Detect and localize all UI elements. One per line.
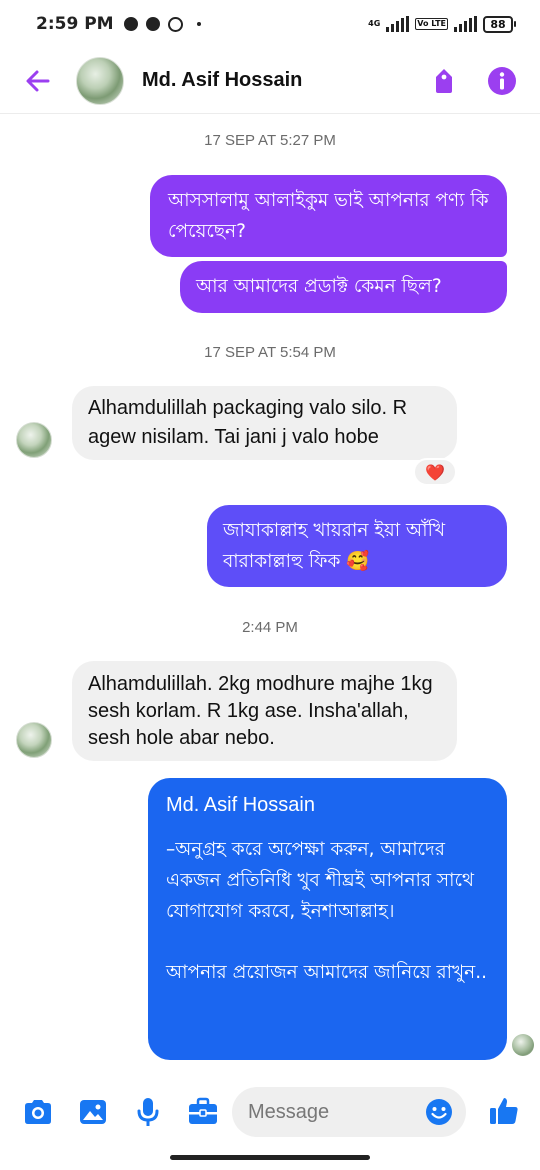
network-type: 4G [368,19,381,28]
back-button[interactable] [20,63,56,99]
battery-level: 88 [483,15,513,33]
app-notification-icon [167,16,183,32]
incoming-message[interactable]: Alhamdulillah packaging valo silo. R age… [72,386,457,460]
messenger-notification-icon [123,17,138,31]
incoming-message[interactable]: Alhamdulillah. 2kg modhure majhe 1kg ses… [72,661,457,761]
emoji-button[interactable] [424,1097,454,1127]
battery-icon: 88 [483,15,516,33]
chat-header: Md. Asif Hossain [0,48,540,114]
image-icon [80,1100,106,1124]
like-button[interactable] [487,1094,521,1128]
status-notification-icons [123,16,201,32]
header-actions [428,65,518,97]
thumbs-up-icon [490,1098,518,1124]
heart-reaction-icon: ❤️ [425,462,445,482]
contact-name[interactable]: Md. Asif Hossain [142,69,302,92]
gallery-button[interactable] [76,1095,110,1129]
signal-icon [386,16,410,32]
emoji-icon [426,1099,452,1125]
status-time: 2:59 PM [36,14,114,34]
tag-button[interactable] [428,65,460,97]
timestamp: 17 SEP AT 5:27 PM [204,132,336,149]
facebook-notification-icon [145,17,160,31]
sender-avatar[interactable] [16,722,52,758]
info-button[interactable] [486,65,518,97]
outgoing-message-card[interactable]: Md. Asif Hossain –অনুগ্রহ করে অপেক্ষা কর… [148,778,507,1060]
voice-button[interactable] [131,1095,165,1129]
arrow-left-icon [26,70,50,91]
status-right: 4G Vo LTE 88 [368,15,516,33]
tag-icon [436,68,452,93]
seen-avatar [512,1034,534,1056]
volte-icon: Vo LTE [415,18,448,30]
outgoing-message[interactable]: আসসালামু আলাইকুম ভাই আপনার পণ্য কি পেয়ে… [150,175,507,257]
timestamp: 2:44 PM [242,619,298,636]
message-composer [0,1082,540,1142]
briefcase-icon [189,1097,217,1124]
more-notifications-icon [196,22,201,26]
message-footer: আপনার প্রয়োজন আমাদের জানিয়ে রাখুন.. [166,962,487,983]
message-sender-name: Md. Asif Hossain [166,794,315,816]
reaction-badge[interactable]: ❤️ [413,458,457,486]
business-tools-button[interactable] [186,1095,220,1129]
home-indicator[interactable] [170,1155,370,1160]
microphone-icon [137,1098,159,1126]
contact-avatar[interactable] [76,56,124,105]
outgoing-message[interactable]: জাযাকাল্লাহ খায়রান ইয়া আঁখি বারাকাল্লা… [207,505,507,587]
camera-icon [25,1100,51,1124]
status-bar: 2:59 PM 4G Vo LTE 88 [0,0,540,48]
timestamp: 17 SEP AT 5:54 PM [204,344,336,361]
camera-button[interactable] [21,1095,55,1129]
outgoing-message[interactable]: আর আমাদের প্রডাক্ট কেমন ছিল? [180,261,507,313]
info-icon [488,66,516,95]
signal-2-icon [454,16,477,32]
message-body: –অনুগ্রহ করে অপেক্ষা করুন, আমাদের একজন প… [166,839,474,922]
sender-avatar[interactable] [16,422,52,458]
